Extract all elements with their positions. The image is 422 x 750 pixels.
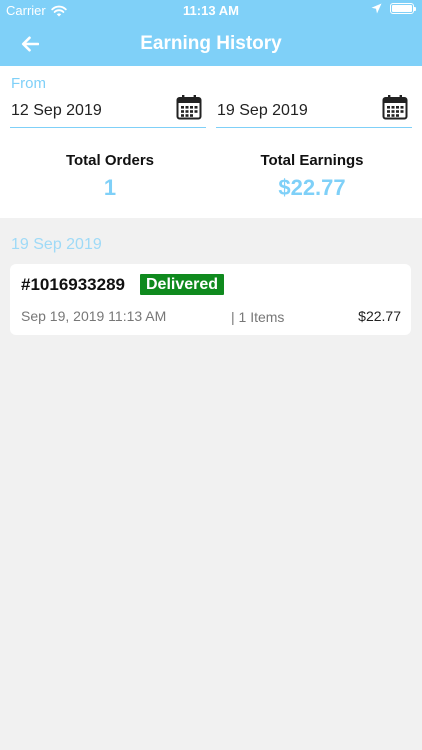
total-earnings-summary: Total Earnings $22.77: [212, 152, 412, 201]
order-group-date: 19 Sep 2019: [11, 236, 102, 253]
status-badge: Delivered: [140, 274, 225, 295]
total-orders-label: Total Orders: [65, 152, 155, 169]
order-datetime: Sep 19, 2019 11:13 AM: [21, 308, 167, 324]
battery-icon: [390, 3, 416, 14]
calendar-icon[interactable]: [382, 94, 408, 120]
order-amount: $22.77: [358, 308, 401, 324]
status-right: [371, 3, 416, 14]
from-date-value: 12 Sep 2019: [11, 102, 102, 119]
from-date-field[interactable]: From 12 Sep 2019: [10, 72, 206, 128]
total-earnings-value: $22.77: [278, 175, 346, 200]
nav-bar: Earning History: [0, 22, 422, 66]
status-time: 11:13 AM: [183, 3, 239, 18]
battery-fill: [392, 5, 412, 12]
status-bar: Carrier 11:13 AM: [0, 0, 422, 22]
page-title: Earning History: [140, 33, 282, 54]
location-arrow-icon: [371, 3, 382, 14]
total-orders-summary: Total Orders 1: [10, 152, 210, 201]
from-date-label: From: [11, 75, 46, 92]
total-orders-value: 1: [103, 175, 117, 200]
filter-panel: From 12 Sep 2019 19 Sep 2019 Total Order…: [0, 66, 422, 218]
to-date-value: 19 Sep 2019: [217, 102, 308, 119]
order-id: #1016933289: [21, 275, 126, 294]
calendar-icon[interactable]: [176, 94, 202, 120]
order-card[interactable]: #1016933289 Delivered Sep 19, 2019 11:13…: [10, 264, 411, 335]
total-earnings-label: Total Earnings: [260, 152, 364, 169]
order-items-count: | 1 Items: [231, 309, 285, 325]
to-date-field[interactable]: 19 Sep 2019: [216, 72, 412, 128]
